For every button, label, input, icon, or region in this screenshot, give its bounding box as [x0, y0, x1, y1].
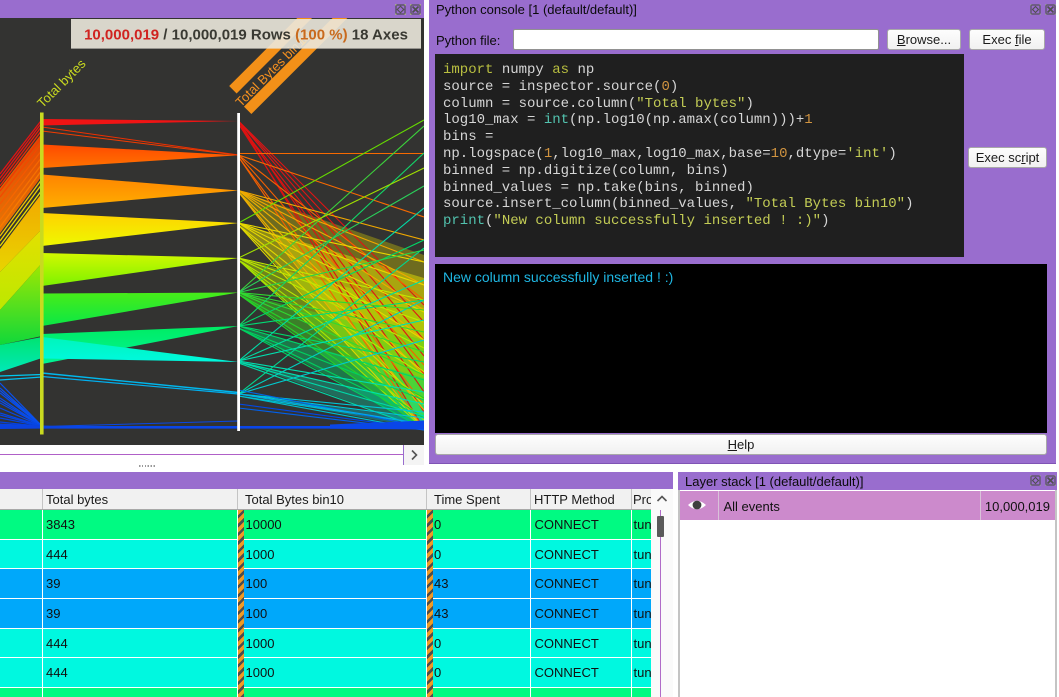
svg-text:10,000,019 / 10,000,019 Rows (: 10,000,019 / 10,000,019 Rows (100 %) 18 …	[84, 27, 408, 44]
